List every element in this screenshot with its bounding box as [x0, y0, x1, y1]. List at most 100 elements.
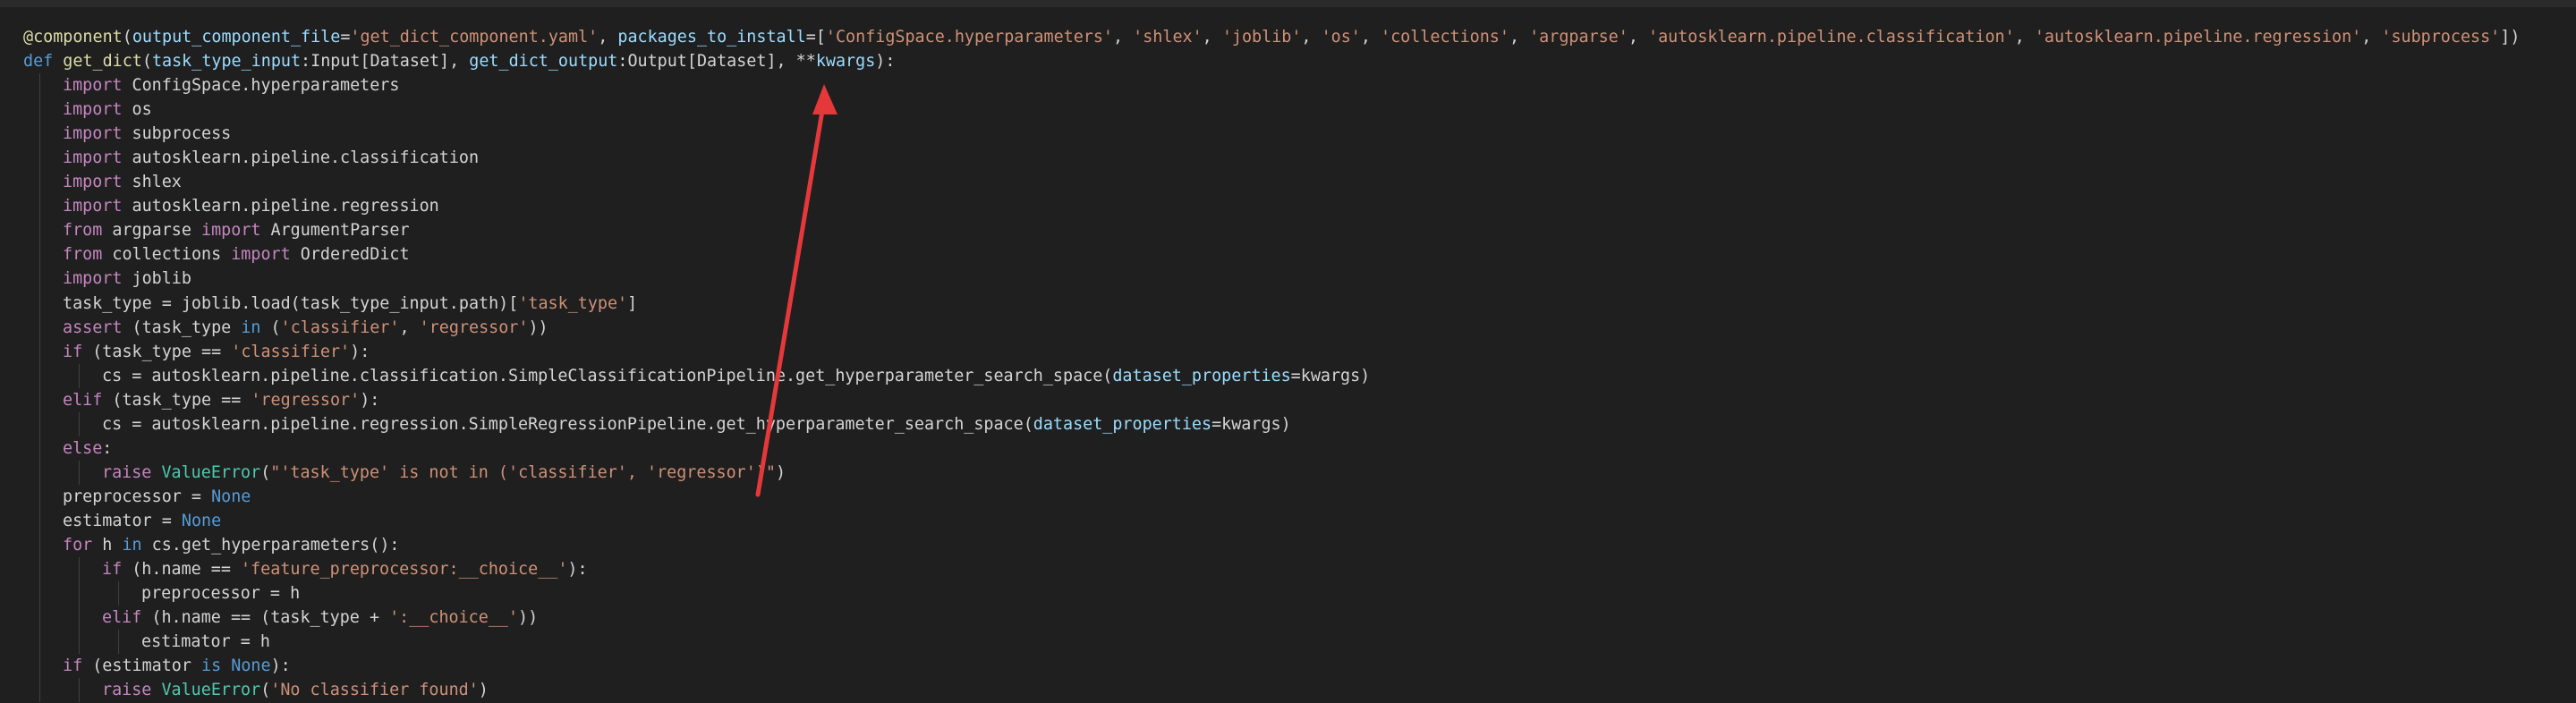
code-token: ):	[567, 560, 588, 580]
code-editor[interactable]: @component(output_component_file='get_di…	[0, 0, 2576, 703]
code-token: ,	[1202, 28, 1222, 47]
code-token: =	[340, 28, 351, 47]
code-token: 'get_dict_component.yaml'	[350, 28, 599, 47]
code-token: def	[23, 52, 64, 72]
indent-guide	[39, 484, 40, 509]
code-token: ))	[518, 608, 539, 628]
code-token: 'task_type'	[518, 293, 628, 313]
code-token: 'ConfigSpace.hyperparameters'	[825, 28, 1113, 47]
code-token: shlex	[122, 173, 182, 192]
code-token: ,	[1628, 28, 1648, 47]
code-token: (	[260, 318, 281, 337]
code-line[interactable]: import subprocess	[23, 122, 2520, 147]
code-line[interactable]: raise ValueError('No classifier found')	[23, 678, 2520, 703]
code-line[interactable]: @component(output_component_file='get_di…	[23, 25, 2520, 49]
code-token: ,	[598, 28, 618, 47]
code-token: get_dict_output	[469, 52, 618, 72]
code-token: =kwargs)	[1290, 366, 1371, 385]
indent-guide	[79, 581, 80, 606]
code-token: OrderedDict	[290, 245, 410, 265]
code-token: =[	[805, 28, 826, 47]
code-token: raise	[102, 462, 152, 482]
code-token: elif	[102, 608, 142, 628]
code-line[interactable]: else:	[23, 436, 2520, 461]
code-line[interactable]: preprocessor = h	[23, 581, 2520, 606]
code-token: ':__choice__'	[389, 608, 519, 628]
code-token: subprocess	[122, 124, 232, 144]
code-line[interactable]: def get_dict(task_type_input:Input[Datas…	[23, 49, 2520, 73]
code-line[interactable]: for h in cs.get_hyperparameters():	[23, 532, 2520, 558]
code-token: (task_type ==	[102, 390, 251, 410]
code-token: ArgumentParser	[260, 221, 410, 241]
code-token: raise	[102, 681, 152, 700]
indent-guide	[39, 557, 40, 582]
code-token: autosklearn.pipeline.classification	[122, 148, 480, 168]
code-line[interactable]: elif (task_type == 'regressor'):	[23, 387, 2520, 412]
indent-guide	[118, 581, 119, 606]
code-line[interactable]: import autosklearn.pipeline.classificati…	[23, 146, 2520, 171]
code-line[interactable]: raise ValueError("'task_type' is not in …	[23, 460, 2520, 485]
code-token: None	[231, 656, 271, 676]
code-block[interactable]: @component(output_component_file='get_di…	[23, 25, 2520, 703]
indent-guide	[39, 606, 40, 631]
code-token: ValueError	[161, 462, 261, 482]
indent-guide	[39, 170, 40, 195]
indent-guide	[118, 630, 119, 655]
indent-guide	[79, 411, 80, 436]
code-token: if	[102, 560, 123, 580]
code-line[interactable]: import shlex	[23, 170, 2520, 195]
code-token: 'classifier'	[280, 318, 400, 337]
code-token: 'collections'	[1381, 28, 1509, 47]
code-line[interactable]: import ConfigSpace.hyperparameters	[23, 73, 2520, 98]
code-line[interactable]: cs = autosklearn.pipeline.classification…	[23, 363, 2520, 388]
indent-guide	[39, 146, 40, 171]
code-token: ,	[1509, 28, 1530, 47]
code-token: ,	[1113, 28, 1134, 47]
code-token: in	[241, 318, 261, 337]
code-line[interactable]: elif (h.name == (task_type + ':__choice_…	[23, 606, 2520, 631]
code-token: ,	[2361, 28, 2382, 47]
code-token: :Input[Dataset],	[301, 52, 470, 72]
code-line[interactable]: preprocessor = None	[23, 484, 2520, 509]
code-line[interactable]: assert (task_type in ('classifier', 'reg…	[23, 315, 2520, 340]
code-line[interactable]: if (estimator is None):	[23, 654, 2520, 679]
code-line[interactable]: from argparse import ArgumentParser	[23, 218, 2520, 243]
code-token: assert	[63, 318, 123, 337]
code-token: (estimator	[82, 656, 202, 676]
code-token: 'argparse'	[1529, 28, 1628, 47]
code-token: get_dict	[63, 52, 142, 72]
code-token: output_component_file	[132, 28, 341, 47]
code-token: (h.name == (task_type +	[141, 608, 390, 628]
indent-guide	[39, 411, 40, 436]
code-token: estimator =	[63, 511, 182, 530]
indent-guide	[39, 532, 40, 558]
code-line[interactable]: from collections import OrderedDict	[23, 242, 2520, 267]
code-token: (task_type ==	[82, 342, 232, 361]
code-line[interactable]: import joblib	[23, 267, 2520, 292]
code-line[interactable]: task_type = joblib.load(task_type_input.…	[23, 291, 2520, 316]
code-token: :	[102, 438, 113, 458]
code-line[interactable]: estimator = None	[23, 508, 2520, 533]
indent-guide	[39, 460, 40, 485]
code-token: 'shlex'	[1133, 28, 1203, 47]
code-token: )	[775, 462, 786, 482]
code-line[interactable]: if (h.name == 'feature_preprocessor:__ch…	[23, 557, 2520, 582]
code-line[interactable]: if (task_type == 'classifier'):	[23, 339, 2520, 364]
code-token: (task_type	[122, 318, 242, 337]
code-token: ):	[875, 52, 896, 72]
code-token: is	[201, 656, 222, 676]
indent-guide	[39, 97, 40, 123]
code-token: @component	[23, 28, 123, 47]
code-token: "'task_type' is not in ('classifier', 'r…	[270, 462, 776, 482]
code-token: cs.get_hyperparameters():	[141, 535, 400, 555]
code-line[interactable]: import os	[23, 97, 2520, 123]
code-token: ,	[399, 318, 420, 337]
code-token: (	[122, 28, 132, 47]
code-line[interactable]: estimator = h	[23, 630, 2520, 655]
code-line[interactable]: import autosklearn.pipeline.regression	[23, 194, 2520, 219]
code-token: from	[63, 245, 103, 265]
code-line[interactable]: cs = autosklearn.pipeline.regression.Sim…	[23, 411, 2520, 436]
code-token: in	[122, 535, 142, 555]
